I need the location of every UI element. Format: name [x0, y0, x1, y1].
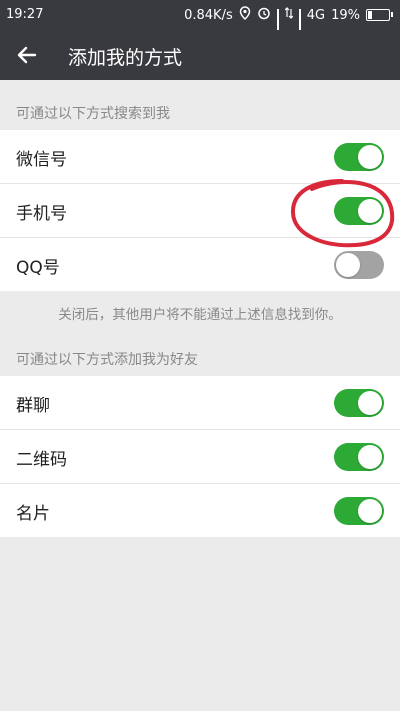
- setting-label: 手机号: [16, 204, 67, 224]
- business-card-toggle[interactable]: [334, 497, 384, 525]
- alarm-icon: [257, 6, 271, 24]
- wechat-id-toggle[interactable]: [334, 143, 384, 171]
- location-icon: [239, 6, 251, 24]
- setting-row-wechat-id[interactable]: 微信号: [0, 130, 400, 184]
- qr-code-toggle[interactable]: [334, 443, 384, 471]
- battery-percent: 19%: [331, 7, 360, 23]
- toggle-knob: [336, 253, 360, 277]
- phone-toggle[interactable]: [334, 197, 384, 225]
- toggle-knob: [358, 391, 382, 415]
- setting-label: 二维码: [16, 450, 67, 470]
- status-bar: 19:27 0.84K/s 4G 19%: [0, 0, 400, 39]
- setting-label: 群聊: [16, 396, 50, 416]
- qq-toggle[interactable]: [334, 251, 384, 279]
- setting-row-qq[interactable]: QQ号: [0, 238, 400, 291]
- signal-icon-2: [298, 9, 301, 39]
- network-speed: 0.84K/s: [184, 7, 233, 23]
- search-methods-group: 微信号 手机号 QQ号: [0, 130, 400, 291]
- toggle-knob: [358, 199, 382, 223]
- network-type: 4G: [306, 7, 326, 23]
- data-arrows-icon: [284, 6, 294, 24]
- add-section-header: 可通过以下方式添加我为好友: [16, 352, 198, 368]
- search-section-header: 可通过以下方式搜索到我: [16, 106, 170, 122]
- page-title: 添加我的方式: [68, 47, 183, 69]
- status-indicators: 0.84K/s 4G 19%: [184, 6, 393, 39]
- back-arrow-icon[interactable]: [14, 42, 40, 68]
- app-bar: 添加我的方式: [0, 30, 400, 80]
- setting-label: QQ号: [16, 258, 60, 278]
- setting-row-group-chat[interactable]: 群聊: [0, 376, 400, 430]
- group-chat-toggle[interactable]: [334, 389, 384, 417]
- setting-row-phone[interactable]: 手机号: [0, 184, 400, 238]
- setting-label: 微信号: [16, 150, 67, 170]
- add-methods-group: 群聊 二维码 名片: [0, 376, 400, 537]
- toggle-knob: [358, 445, 382, 469]
- battery-icon: [366, 9, 393, 21]
- toggle-knob: [358, 499, 382, 523]
- signal-icon: [276, 9, 279, 39]
- setting-label: 名片: [16, 504, 50, 524]
- setting-row-business-card[interactable]: 名片: [0, 484, 400, 537]
- setting-row-qr-code[interactable]: 二维码: [0, 430, 400, 484]
- search-note: 关闭后，其他用户将不能通过上述信息找到你。: [58, 307, 342, 323]
- toggle-knob: [358, 145, 382, 169]
- status-time: 19:27: [6, 7, 44, 22]
